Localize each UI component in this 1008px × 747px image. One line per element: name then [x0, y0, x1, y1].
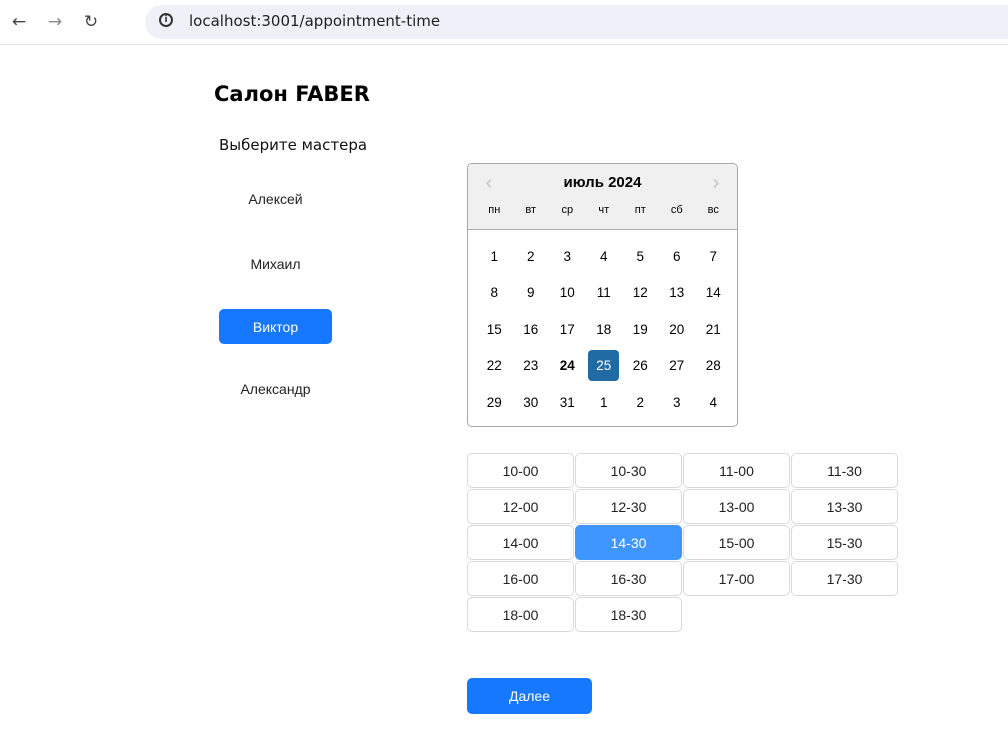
page-title: Салон FABER: [214, 82, 370, 106]
calendar-day[interactable]: 22: [479, 350, 510, 381]
master-button-aleksey[interactable]: Алексей: [219, 181, 332, 216]
calendar-day[interactable]: 12: [625, 277, 656, 308]
calendar-day[interactable]: 9: [515, 277, 546, 308]
calendar-day[interactable]: 31: [552, 387, 583, 418]
calendar-day[interactable]: 15: [479, 314, 510, 345]
calendar-day[interactable]: 8: [479, 277, 510, 308]
calendar-day[interactable]: 19: [625, 314, 656, 345]
time-slot[interactable]: 18-30: [575, 597, 682, 632]
time-slot[interactable]: 16-30: [575, 561, 682, 596]
calendar-week: 8 9 10 11 12 13 14: [476, 275, 732, 312]
calendar-day[interactable]: 10: [552, 277, 583, 308]
calendar-day[interactable]: 3: [661, 387, 692, 418]
calendar-day[interactable]: 16: [515, 314, 546, 345]
weekday-label: чт: [598, 204, 610, 216]
weekday-label: вт: [525, 204, 537, 216]
calendar-day[interactable]: 14: [698, 277, 729, 308]
calendar-day[interactable]: 6: [661, 241, 692, 272]
calendar-days: 1 2 3 4 5 6 7 8 9 10 11 12 13 14 15 16 1…: [476, 238, 732, 421]
time-slot[interactable]: 13-00: [683, 489, 790, 524]
calendar-day[interactable]: 29: [479, 387, 510, 418]
weekday-label: пт: [634, 204, 646, 216]
time-slot[interactable]: 10-00: [467, 453, 574, 488]
master-button-viktor[interactable]: Виктор: [219, 309, 332, 344]
address-bar[interactable]: i localhost:3001/appointment-time: [145, 5, 1008, 39]
calendar-day-today[interactable]: 24: [552, 350, 583, 381]
date-picker: ‹ июль 2024 › пн вт ср чт пт сб вс 1 2 3…: [467, 163, 738, 427]
time-slot[interactable]: 12-30: [575, 489, 682, 524]
info-icon[interactable]: i: [159, 13, 173, 27]
forward-icon[interactable]: →: [42, 9, 68, 35]
url-text[interactable]: localhost:3001/appointment-time: [189, 12, 440, 30]
calendar-week: 1 2 3 4 5 6 7: [476, 238, 732, 275]
calendar-day[interactable]: 1: [479, 241, 510, 272]
calendar-day[interactable]: 4: [698, 387, 729, 418]
calendar-day-selected[interactable]: 25: [588, 350, 620, 382]
master-button-mikhail[interactable]: Михаил: [219, 246, 332, 281]
weekday-label: пн: [488, 204, 501, 216]
calendar-day[interactable]: 26: [625, 350, 656, 381]
time-slot[interactable]: 11-30: [791, 453, 898, 488]
back-icon[interactable]: ←: [6, 9, 32, 35]
time-slot[interactable]: 15-00: [683, 525, 790, 560]
masters-heading: Выберите мастера: [219, 136, 368, 154]
time-slot-grid: 10-00 10-30 11-00 11-30 12-00 12-30 13-0…: [467, 453, 899, 632]
time-slot[interactable]: 12-00: [467, 489, 574, 524]
calendar-day[interactable]: 2: [625, 387, 656, 418]
time-slot[interactable]: 17-00: [683, 561, 790, 596]
time-slot-selected[interactable]: 14-30: [575, 525, 682, 560]
time-slot[interactable]: 10-30: [575, 453, 682, 488]
calendar-day[interactable]: 11: [588, 277, 619, 308]
calendar-day[interactable]: 17: [552, 314, 583, 345]
time-slot[interactable]: 15-30: [791, 525, 898, 560]
calendar-day[interactable]: 20: [661, 314, 692, 345]
weekday-label: вс: [707, 204, 719, 216]
time-slot[interactable]: 18-00: [467, 597, 574, 632]
master-button-aleksandr[interactable]: Александр: [219, 371, 332, 406]
browser-toolbar: ← → ↻ i localhost:3001/appointment-time: [0, 0, 1008, 45]
time-slot[interactable]: 17-30: [791, 561, 898, 596]
calendar-week: 22 23 24 25 26 27 28: [476, 348, 732, 385]
next-button[interactable]: Далее: [467, 678, 592, 714]
calendar-day[interactable]: 7: [698, 241, 729, 272]
calendar-day[interactable]: 2: [515, 241, 546, 272]
calendar-day[interactable]: 23: [515, 350, 546, 381]
calendar-header: ‹ июль 2024 › пн вт ср чт пт сб вс: [468, 164, 737, 230]
calendar-day[interactable]: 3: [552, 241, 583, 272]
calendar-day[interactable]: 28: [698, 350, 729, 381]
calendar-day[interactable]: 5: [625, 241, 656, 272]
calendar-day[interactable]: 27: [661, 350, 692, 381]
calendar-day[interactable]: 18: [588, 314, 619, 345]
calendar-week: 15 16 17 18 19 20 21: [476, 311, 732, 348]
time-slot[interactable]: 16-00: [467, 561, 574, 596]
calendar-day[interactable]: 4: [588, 241, 619, 272]
calendar-day[interactable]: 30: [515, 387, 546, 418]
time-slot[interactable]: 11-00: [683, 453, 790, 488]
time-slot[interactable]: 13-30: [791, 489, 898, 524]
calendar-month-label: июль 2024: [563, 174, 642, 191]
weekday-label: сб: [670, 204, 683, 216]
reload-icon[interactable]: ↻: [78, 9, 104, 35]
calendar-day[interactable]: 13: [661, 277, 692, 308]
weekday-label: ср: [561, 204, 574, 216]
chevron-right-icon[interactable]: ›: [703, 170, 729, 196]
calendar-day[interactable]: 21: [698, 314, 729, 345]
calendar-weekdays: пн вт ср чт пт сб вс: [476, 204, 732, 216]
calendar-day[interactable]: 1: [588, 387, 619, 418]
time-slot[interactable]: 14-00: [467, 525, 574, 560]
calendar-week: 29 30 31 1 2 3 4: [476, 384, 732, 421]
